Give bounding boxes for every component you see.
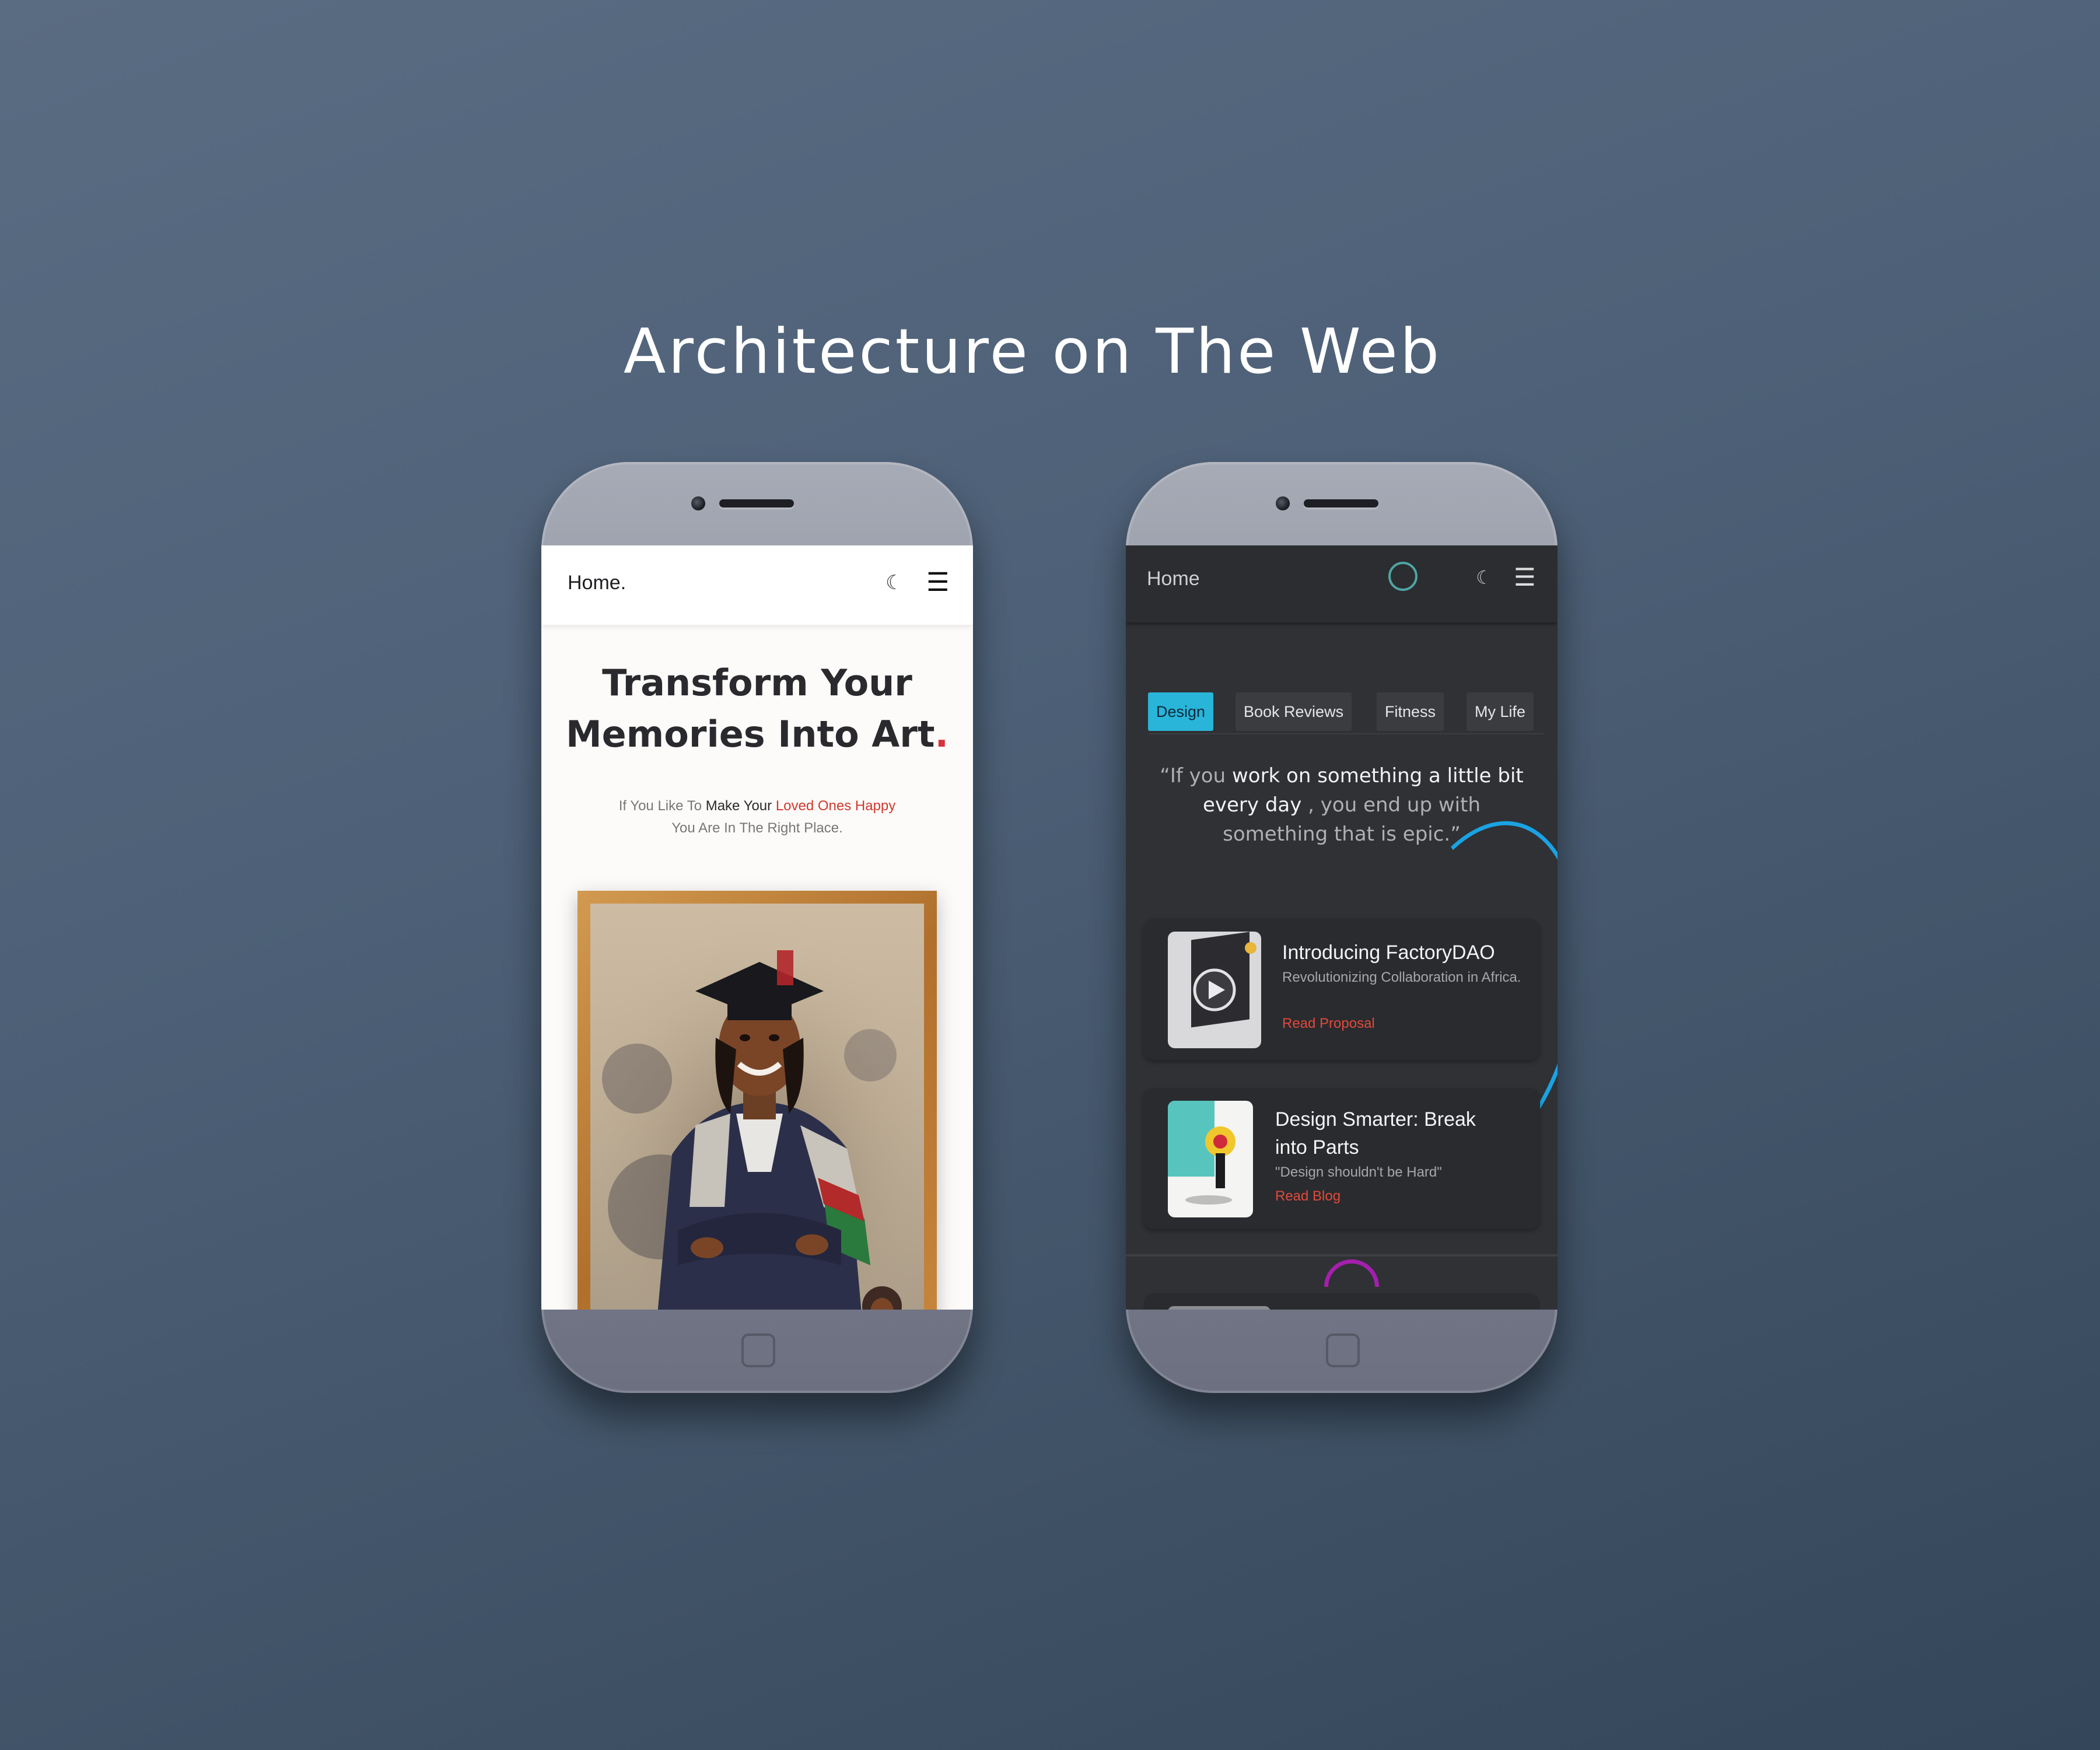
read-proposal-link[interactable]: Read Proposal [1282, 1016, 1375, 1032]
card-title[interactable]: Introducing FactoryDAO [1282, 939, 1495, 967]
subtitle-part1: If You Like To [618, 798, 706, 814]
subtitle-line2: You Are In The Right Place. [671, 820, 843, 836]
card-title[interactable]: Design Smarter: Break into Parts [1275, 1105, 1526, 1161]
tab-fitness[interactable]: Fitness [1377, 692, 1444, 731]
read-blog-link[interactable]: Read Blog [1275, 1188, 1340, 1205]
page-headline: Architecture on The Web [623, 316, 1442, 388]
hero-title-line1: Transform Your [602, 662, 912, 704]
hamburger-icon[interactable]: ☰ [1514, 563, 1536, 592]
moon-icon[interactable]: ☾ [1476, 566, 1493, 589]
phone-mockup-light: Home. ☾ ☰ Transform Your Memories Into A… [541, 462, 973, 1393]
hero-subtitle: If You Like To Make Your Loved Ones Happ… [541, 795, 973, 839]
post-card-design-smarter[interactable]: Design Smarter: Break into Parts "Design… [1143, 1088, 1540, 1229]
quote-open: “If you [1160, 764, 1232, 788]
hamburger-icon[interactable]: ☰ [926, 568, 949, 597]
light-screen: Home. ☾ ☰ Transform Your Memories Into A… [541, 545, 973, 1310]
home-button[interactable] [1326, 1334, 1360, 1367]
top-nav: Home ☾ ☰ [1126, 545, 1558, 622]
framed-portrait-image [578, 891, 937, 1310]
subtitle-part2: Make Your [705, 798, 776, 814]
tab-design[interactable]: Design [1148, 692, 1214, 731]
accent-dot: . [935, 713, 949, 755]
top-nav: Home. ☾ ☰ [541, 545, 973, 625]
tab-my-life[interactable]: My Life [1466, 692, 1534, 731]
subtitle-highlight: Loved Ones Happy [775, 798, 896, 814]
illustration-thumbnail[interactable] [1168, 1101, 1253, 1217]
section-divider [1126, 1254, 1558, 1256]
quote-emphasis-2: every day [1202, 793, 1302, 817]
next-post-thumbnail[interactable] [1168, 1306, 1270, 1310]
card-description: Revolutionizing Collaboration in Africa. [1282, 970, 1521, 985]
home-logo[interactable]: Home. [568, 572, 626, 594]
card-title-line1[interactable]: Design Smarter: Break [1275, 1105, 1526, 1133]
tab-book-reviews[interactable]: Book Reviews [1236, 692, 1352, 731]
hero-title: Transform Your Memories Into Art. [541, 657, 973, 760]
home-button[interactable] [741, 1334, 775, 1367]
home-logo[interactable]: Home [1147, 568, 1200, 590]
ring-icon [1388, 562, 1418, 591]
quote-emphasis-1: work on something a little bit [1231, 764, 1524, 788]
graduate-illustration [590, 904, 924, 1310]
camera-icon [691, 496, 705, 510]
video-thumbnail[interactable] [1168, 932, 1261, 1048]
phone-mockup-dark: Home ☾ ☰ Design Book Reviews Fitness My … [1126, 462, 1558, 1393]
portrait-canvas [590, 904, 924, 1310]
dark-screen: Home ☾ ☰ Design Book Reviews Fitness My … [1126, 545, 1558, 1310]
category-tabs: Design Book Reviews Fitness My Life [1148, 692, 1545, 734]
next-post-card[interactable] [1143, 1293, 1540, 1310]
quote-rest-2: something that is epic.” [1223, 822, 1461, 846]
quote-rest-1: , you end up with [1301, 793, 1481, 817]
moon-icon[interactable]: ☾ [886, 571, 903, 594]
card-title-line2[interactable]: into Parts [1275, 1133, 1526, 1161]
hero-title-line2: Memories Into Art [565, 713, 935, 755]
speaker-grille [1304, 499, 1378, 508]
card-description: "Design shouldn't be Hard" [1275, 1164, 1442, 1180]
speaker-grille [719, 499, 794, 508]
quote-block: “If you work on something a little bit e… [1155, 761, 1528, 849]
camera-icon [1276, 496, 1290, 510]
post-card-factorydao[interactable]: Introducing FactoryDAO Revolutionizing C… [1143, 919, 1540, 1060]
